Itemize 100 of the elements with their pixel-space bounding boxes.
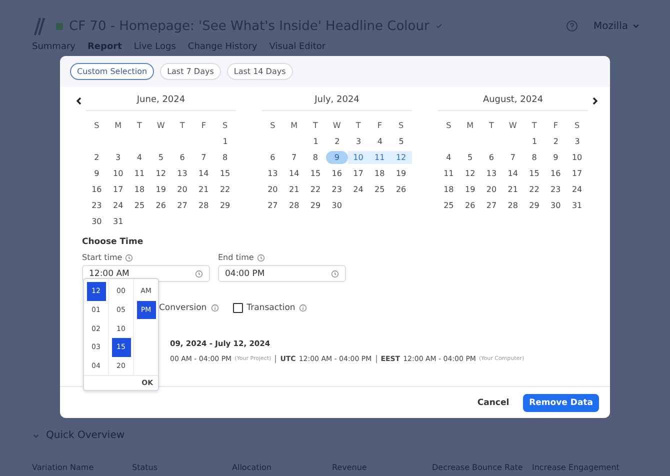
- calendar-day[interactable]: 12: [459, 166, 481, 180]
- calendar-day[interactable]: 6: [172, 150, 193, 164]
- calendar-day[interactable]: 22: [304, 182, 326, 196]
- previous-month-button[interactable]: [75, 97, 83, 105]
- cancel-button[interactable]: Cancel: [471, 397, 516, 409]
- calendar-day[interactable]: 13: [172, 166, 193, 180]
- calendar-day[interactable]: 25: [438, 198, 460, 212]
- calendar-day[interactable]: 14: [283, 166, 305, 180]
- calendar-day[interactable]: 23: [86, 198, 108, 212]
- calendar-day[interactable]: 9: [326, 150, 348, 164]
- calendar-day[interactable]: 18: [128, 182, 150, 196]
- calendar-day[interactable]: 25: [368, 182, 390, 196]
- calendar-day[interactable]: 14: [502, 166, 524, 180]
- calendar-day[interactable]: 18: [438, 182, 460, 196]
- calendar-day[interactable]: 19: [150, 182, 172, 196]
- calendar-day[interactable]: 2: [545, 134, 567, 148]
- calendar-day[interactable]: 21: [502, 182, 524, 196]
- calendar-day[interactable]: 27: [262, 198, 284, 212]
- calendar-day[interactable]: 8: [304, 150, 326, 164]
- calendar-day[interactable]: 8: [524, 150, 545, 164]
- calendar-day[interactable]: 30: [544, 198, 566, 212]
- calendar-day[interactable]: 3: [107, 150, 129, 164]
- calendar-day[interactable]: 7: [192, 150, 214, 164]
- calendar-day[interactable]: 6: [262, 150, 284, 164]
- calendar-day[interactable]: 20: [172, 182, 193, 196]
- calendar-day[interactable]: 14: [192, 166, 214, 180]
- calendar-day[interactable]: 17: [566, 166, 588, 180]
- calendar-day[interactable]: 12: [150, 166, 172, 180]
- calendar-day[interactable]: 25: [128, 198, 150, 212]
- calendar-day[interactable]: 5: [390, 134, 412, 148]
- calendar-day[interactable]: 8: [214, 150, 236, 164]
- calendar-day[interactable]: 1: [214, 134, 236, 148]
- calendar-day[interactable]: 24: [107, 198, 129, 212]
- calendar-day[interactable]: 18: [368, 166, 390, 180]
- calendar-day[interactable]: 17: [107, 182, 129, 196]
- calendar-day[interactable]: 20: [480, 182, 502, 196]
- calendar-day[interactable]: 16: [544, 166, 566, 180]
- calendar-day[interactable]: 5: [459, 150, 481, 164]
- calendar-day[interactable]: 29: [304, 198, 326, 212]
- calendar-day[interactable]: 28: [192, 198, 214, 212]
- calendar-day[interactable]: 9: [544, 150, 566, 164]
- calendar-day[interactable]: 21: [283, 182, 305, 196]
- calendar-day[interactable]: 15: [304, 166, 326, 180]
- calendar-day[interactable]: 15: [214, 166, 236, 180]
- calendar-day[interactable]: 4: [128, 150, 150, 164]
- calendar-day[interactable]: 9: [86, 166, 108, 180]
- calendar-day[interactable]: 23: [326, 182, 348, 196]
- calendar-day[interactable]: 15: [524, 166, 545, 180]
- next-month-button[interactable]: [591, 97, 599, 105]
- calendar-day[interactable]: 16: [326, 166, 348, 180]
- calendar-day[interactable]: 2: [86, 150, 108, 164]
- checkbox[interactable]: [232, 303, 243, 313]
- calendar-day[interactable]: 22: [214, 182, 236, 196]
- remove-data-button[interactable]: Remove Data: [523, 394, 599, 412]
- calendar-day[interactable]: 3: [348, 134, 370, 148]
- calendar-day[interactable]: 1: [524, 134, 546, 148]
- calendar-day[interactable]: 16: [86, 182, 108, 196]
- preset-chip[interactable]: Last 14 Days: [226, 63, 293, 80]
- calendar-day[interactable]: 12: [390, 150, 412, 164]
- calendar-day[interactable]: 4: [369, 134, 391, 148]
- calendar-day[interactable]: 11: [128, 166, 150, 180]
- calendar-day[interactable]: 4: [438, 150, 460, 164]
- calendar-day[interactable]: 28: [502, 198, 524, 212]
- calendar-day[interactable]: 21: [192, 182, 214, 196]
- calendar-day[interactable]: 26: [459, 198, 481, 212]
- calendar-day[interactable]: 6: [480, 150, 502, 164]
- calendar-day[interactable]: 7: [502, 150, 524, 164]
- time-input-field[interactable]: 04:00 PM: [218, 265, 346, 282]
- calendar-day[interactable]: 13: [480, 166, 502, 180]
- calendar-day[interactable]: 31: [566, 198, 588, 212]
- calendar-day[interactable]: 24: [348, 182, 369, 196]
- calendar-day[interactable]: 5: [150, 150, 172, 164]
- calendar-day[interactable]: 11: [438, 166, 460, 180]
- calendar-day[interactable]: 17: [348, 166, 369, 180]
- calendar-day[interactable]: 1: [305, 134, 326, 148]
- calendar-day[interactable]: 27: [172, 198, 193, 212]
- calendar-day[interactable]: 26: [150, 198, 172, 212]
- calendar-day[interactable]: 23: [544, 182, 566, 196]
- calendar-day[interactable]: 10: [348, 150, 369, 164]
- calendar-day[interactable]: 19: [459, 182, 481, 196]
- calendar-day[interactable]: 11: [368, 150, 390, 164]
- calendar-day[interactable]: 29: [214, 198, 236, 212]
- calendar-day[interactable]: 24: [566, 182, 588, 196]
- calendar-day[interactable]: 30: [86, 214, 108, 228]
- calendar-day[interactable]: 19: [390, 166, 412, 180]
- preset-chip[interactable]: Last 7 Days: [160, 63, 221, 80]
- calendar-day[interactable]: 27: [480, 198, 502, 212]
- calendar-day[interactable]: 7: [283, 150, 305, 164]
- calendar-day[interactable]: 30: [326, 198, 348, 212]
- calendar-day[interactable]: 28: [283, 198, 305, 212]
- calendar-day[interactable]: 10: [566, 150, 588, 164]
- calendar-day[interactable]: 2: [326, 134, 348, 148]
- calendar-day[interactable]: 20: [262, 182, 284, 196]
- calendar-day[interactable]: 22: [524, 182, 545, 196]
- preset-chip[interactable]: Custom Selection: [70, 63, 154, 80]
- calendar-day[interactable]: 26: [390, 182, 412, 196]
- calendar-day[interactable]: 31: [107, 214, 129, 228]
- calendar-day[interactable]: 10: [107, 166, 129, 180]
- calendar-day[interactable]: 3: [566, 134, 588, 148]
- calendar-day[interactable]: 29: [524, 198, 545, 212]
